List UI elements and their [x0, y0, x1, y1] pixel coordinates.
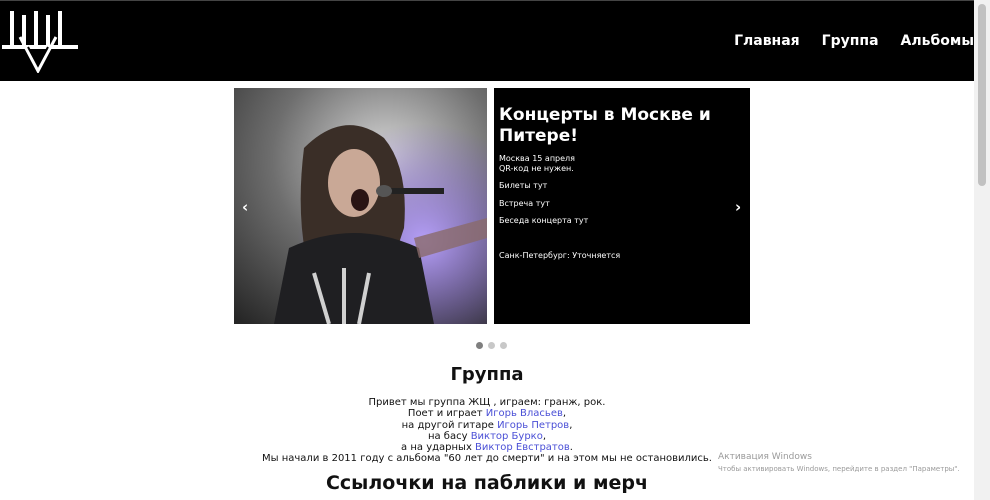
about-line-bass: на басу Виктор Бурко, — [427, 430, 547, 442]
member-link-evstratov[interactable]: Виктор Евстратов — [475, 442, 570, 453]
carousel-indicator-2[interactable] — [488, 342, 495, 349]
carousel-prev-button[interactable]: ‹ — [242, 198, 248, 216]
links-section-title: Ссылочки на паблики и мерч — [325, 472, 649, 494]
carousel-indicators — [476, 342, 507, 349]
concert-qr-note: QR-код не нужен. — [499, 164, 574, 173]
windows-activation-title: Активация Windows — [718, 452, 812, 462]
carousel-next-button[interactable]: › — [735, 198, 741, 216]
band-section-title: Группа — [450, 364, 524, 385]
concert-info-card: Концерты в Москве и Питере! Москва 15 ап… — [494, 88, 750, 324]
concert-moscow-date: Москва 15 апреля — [499, 154, 575, 163]
nav-link-band[interactable]: Группа — [822, 33, 879, 49]
meeting-link[interactable]: Встреча тут — [499, 199, 739, 209]
band-logo[interactable] — [2, 7, 78, 73]
nav-links: Главная Группа Альбомы — [734, 33, 974, 49]
nav-link-albums[interactable]: Альбомы — [901, 33, 974, 49]
concert-carousel: Концерты в Москве и Питере! Москва 15 ап… — [234, 88, 751, 325]
about-line-intro: Привет мы группа ЖЩ , играем: гранж, рок… — [368, 397, 606, 408]
windows-activation-watermark: Активация Windows Чтобы активировать Win… — [718, 452, 960, 473]
scrollbar-thumb[interactable] — [978, 4, 986, 186]
about-line-guitar: на другой гитаре Игорь Петров, — [401, 419, 573, 431]
about-line-vocals: Поет и играет Игорь Власьев, — [407, 408, 567, 420]
member-link-burko[interactable]: Виктор Бурко — [471, 431, 543, 442]
singer-photo — [234, 88, 487, 324]
carousel-indicator-3[interactable] — [500, 342, 507, 349]
concert-spb: Санк-Петербург: Уточняется — [499, 251, 621, 260]
tickets-link[interactable]: Билеты тут — [499, 181, 739, 191]
top-navbar: Главная Группа Альбомы — [0, 0, 974, 81]
singer-photo-art — [234, 88, 487, 324]
member-link-vlasyev[interactable]: Игорь Власьев — [486, 408, 563, 419]
chat-link[interactable]: Беседа концерта тут — [499, 216, 739, 226]
concert-title: Концерты в Москве и Питере! — [499, 105, 711, 146]
carousel-indicator-1[interactable] — [476, 342, 483, 349]
member-link-petrov[interactable]: Игорь Петров — [497, 420, 569, 431]
nav-link-home[interactable]: Главная — [734, 33, 800, 49]
windows-activation-subtitle: Чтобы активировать Windows, перейдите в … — [718, 465, 960, 473]
page-scrollbar[interactable] — [974, 0, 990, 500]
